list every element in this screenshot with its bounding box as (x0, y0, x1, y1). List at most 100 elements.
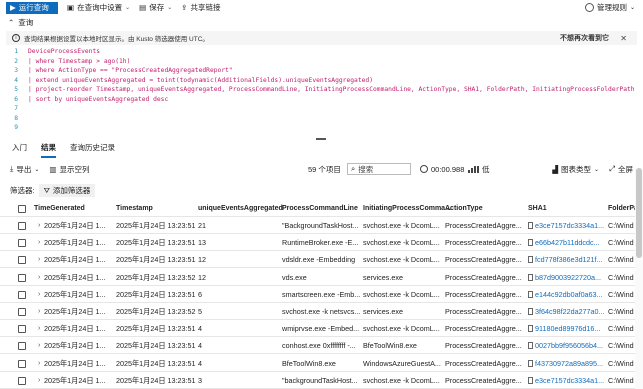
table-row[interactable]: › 2025年1月24日 1... 2025年1月24日 13:23:51 4 wmip… (0, 320, 635, 338)
row-checkbox[interactable] (18, 376, 26, 385)
code-line[interactable]: 2 | where Timestamp > ago(1h) (6, 57, 637, 67)
column-header-col-unique-events[interactable]: uniqueEventsAggregated (198, 200, 283, 217)
select-all-checkbox[interactable] (18, 205, 26, 213)
cell-sha1[interactable]: e66b427b11ddcdc... (528, 234, 600, 251)
table-row[interactable]: › 2025年1月24日 1... 2025年1月24日 13:23:51 3 "bac… (0, 372, 635, 389)
code-line[interactable]: 4 | extend uniqueEventsAggregated = toint… (6, 76, 637, 86)
column-header-col-initiating-process-commandline[interactable]: InitiatingProcessComma... (363, 200, 451, 217)
chart-type-button[interactable]: ▟ 图表类型 ⌄ (552, 164, 599, 175)
column-header-col-action-type[interactable]: ActionType (445, 200, 483, 217)
cell-sha1[interactable]: fcd778f386e3d121f... (528, 251, 603, 268)
search-input[interactable]: ⌕ 搜索 (347, 163, 411, 175)
row-checkbox[interactable] (18, 359, 26, 368)
cell-sha1[interactable]: e3ce7157dc3334a1... (528, 217, 604, 234)
run-query-button[interactable]: ▶ 运行查询 (6, 1, 58, 14)
column-header-col-time-generated[interactable]: TimeGenerated (34, 200, 85, 217)
table-row[interactable]: › 2025年1月24日 1... 2025年1月24日 13:23:51 13 Run… (0, 234, 635, 252)
cell-sha1[interactable]: 0027bb9f956056b4... (528, 337, 603, 354)
share-icon: ⇪ (181, 3, 188, 12)
row-checkbox[interactable] (18, 222, 26, 230)
close-icon[interactable]: ✕ (620, 34, 627, 43)
sha1-link[interactable]: e3ce7157dc3334a1... (535, 221, 604, 230)
pane-splitter-handle[interactable] (316, 138, 326, 140)
results-tabs: 入门 结果 查询历史记录 (12, 142, 115, 158)
open-in-editor-button[interactable]: ▣ 在查询中设置 ⌄ (67, 2, 130, 13)
cell-sha1[interactable]: b87d9003922720a... (528, 269, 601, 286)
expand-row-chevron-icon[interactable]: › (38, 337, 40, 354)
query-section-toggle[interactable]: ⌃ 查询 (8, 17, 33, 28)
export-button[interactable]: ⤓ 导出 ⌄ (10, 164, 39, 175)
cell-timestamp: 2025年1月24日 13:23:51 (116, 289, 196, 299)
fullscreen-button[interactable]: ⤢ 全屏 (609, 164, 633, 175)
column-header-col-process-commandline[interactable]: ProcessCommandLine (282, 200, 358, 217)
scrollbar-thumb[interactable] (636, 168, 642, 258)
vertical-scrollbar[interactable] (635, 168, 643, 389)
sha1-link[interactable]: f43730972a89a895... (535, 359, 603, 368)
tab-getting-started[interactable]: 入门 (12, 142, 27, 158)
row-checkbox[interactable] (18, 273, 26, 282)
sha1-link[interactable]: b87d9003922720a... (535, 273, 601, 282)
expand-row-chevron-icon[interactable]: › (38, 217, 40, 234)
expand-row-chevron-icon[interactable]: › (38, 320, 40, 337)
expand-row-chevron-icon[interactable]: › (38, 234, 40, 251)
row-checkbox[interactable] (18, 342, 26, 351)
table-row[interactable]: › 2025年1月24日 1... 2025年1月24日 13:23:51 4 conh… (0, 337, 635, 355)
cell-sha1[interactable]: 3f64c98f22da277a0... (528, 303, 605, 320)
cell-folder-path: C:\Wind (608, 289, 634, 299)
row-checkbox[interactable] (18, 308, 26, 316)
table-row[interactable]: › 2025年1月24日 1... 2025年1月24日 13:23:51 21 "Ba… (0, 217, 635, 234)
cell-sha1[interactable]: f43730972a89a895... (528, 355, 603, 372)
tab-results[interactable]: 结果 (41, 142, 56, 158)
file-icon (528, 290, 533, 298)
cell-timestamp: 2025年1月24日 13:23:51 (116, 358, 196, 368)
row-checkbox[interactable] (18, 325, 26, 334)
code-line[interactable]: 7 (6, 104, 637, 114)
table-row[interactable]: › 2025年1月24日 1... 2025年1月24日 13:23:52 5 svch… (0, 303, 635, 320)
cell-sha1[interactable]: e3ce7157dc3334a1... (528, 372, 604, 389)
expand-row-chevron-icon[interactable]: › (38, 286, 40, 303)
sha1-link[interactable]: fcd778f386e3d121f... (535, 255, 603, 264)
table-row[interactable]: › 2025年1月24日 1... 2025年1月24日 13:23:51 6 smar… (0, 286, 635, 303)
share-link-button[interactable]: ⇪ 共享链接 (181, 2, 220, 13)
tab-query-history[interactable]: 查询历史记录 (70, 142, 115, 158)
query-editor[interactable]: 1 DeviceProcessEvents 2 | where Timestamp >… (6, 47, 637, 135)
sha1-link[interactable]: 3f64c98f22da277a0... (535, 307, 605, 316)
file-icon (528, 342, 533, 350)
table-row[interactable]: › 2025年1月24日 1... 2025年1月24日 13:23:51 12 vds… (0, 251, 635, 269)
cell-initiating-process-commandline: svchost.exe -k DcomL... (363, 289, 440, 299)
column-header-col-timestamp[interactable]: Timestamp (116, 200, 153, 217)
column-header-col-folder-path[interactable]: FolderPa (608, 200, 635, 217)
sha1-link[interactable]: 91180ed89976d16... (535, 324, 600, 333)
code-line[interactable]: 3 | where ActionType == "ProcessCreatedAg… (6, 66, 637, 76)
add-filter-button[interactable]: ⛛ 添加筛选器 (38, 184, 96, 197)
cell-sha1[interactable]: e144c92db0af0a63... (528, 286, 603, 303)
code-line[interactable]: 8 (6, 114, 637, 124)
expand-row-chevron-icon[interactable]: › (38, 269, 40, 286)
table-row[interactable]: › 2025年1月24日 1... 2025年1月24日 13:23:51 4 BfeT… (0, 355, 635, 372)
expand-row-chevron-icon[interactable]: › (38, 372, 40, 389)
column-header-col-sha1[interactable]: SHA1 (528, 200, 547, 217)
row-checkbox[interactable] (18, 256, 26, 265)
dont-show-again-button[interactable]: 不想再次看到它 (560, 33, 609, 43)
sha1-link[interactable]: e144c92db0af0a63... (535, 290, 603, 299)
table-row[interactable]: › 2025年1月24日 1... 2025年1月24日 13:23:52 12 vds… (0, 269, 635, 286)
expand-row-chevron-icon[interactable]: › (38, 303, 40, 320)
cell-time-generated: 2025年1月24日 1... (44, 324, 106, 334)
manage-rules-button[interactable]: 管理规则 ⌄ (584, 0, 635, 15)
sha1-link[interactable]: 0027bb9f956056b4... (535, 341, 603, 350)
code-line[interactable]: 9 (6, 123, 637, 133)
code-line[interactable]: 5 | project-reorder Timestamp, uniqueEven… (6, 85, 637, 95)
show-empty-columns-button[interactable]: ▥ 显示空列 (49, 164, 89, 175)
row-checkbox[interactable] (18, 290, 26, 299)
code-line[interactable]: 6 | sort by uniqueEventsAggregated desc (6, 95, 637, 105)
sha1-link[interactable]: e66b427b11ddcdc... (535, 238, 600, 247)
code-line[interactable]: 1 DeviceProcessEvents (6, 47, 637, 57)
sha1-link[interactable]: e3ce7157dc3334a1... (535, 376, 604, 385)
cell-sha1[interactable]: 91180ed89976d16... (528, 320, 600, 337)
cell-initiating-process-commandline: svchost.exe -k DcomL... (363, 238, 440, 248)
row-checkbox[interactable] (18, 239, 26, 248)
expand-row-chevron-icon[interactable]: › (38, 251, 40, 268)
save-button[interactable]: ▤ 保存 ⌄ (139, 2, 172, 13)
fullscreen-label: 全屏 (618, 164, 633, 174)
expand-row-chevron-icon[interactable]: › (38, 355, 40, 372)
